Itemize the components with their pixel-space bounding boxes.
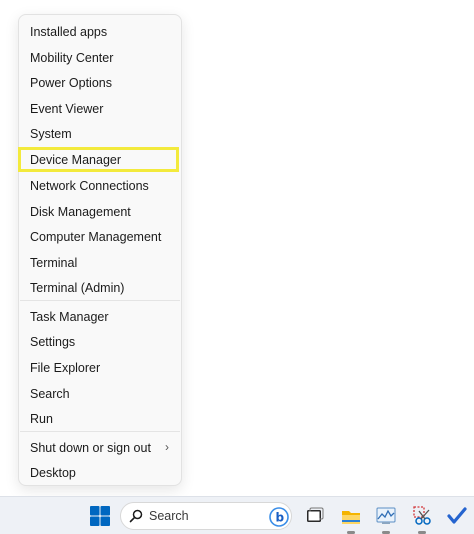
menu-item-desktop[interactable]: Desktop bbox=[30, 465, 76, 481]
taskbar: Search b bbox=[0, 496, 474, 534]
search-icon bbox=[129, 509, 143, 523]
menu-item-run[interactable]: Run bbox=[30, 411, 53, 427]
menu-item-power-options[interactable]: Power Options bbox=[30, 75, 112, 91]
file-explorer-icon[interactable] bbox=[340, 505, 362, 527]
menu-separator bbox=[20, 431, 180, 432]
menu-item-file-explorer[interactable]: File Explorer bbox=[30, 360, 100, 376]
microsoft-todo-icon[interactable] bbox=[446, 505, 468, 527]
task-view-icon[interactable] bbox=[304, 505, 326, 527]
taskbar-search-box[interactable]: Search b bbox=[120, 502, 292, 530]
menu-item-terminal[interactable]: Terminal bbox=[30, 255, 77, 271]
menu-item-search[interactable]: Search bbox=[30, 386, 70, 402]
menu-item-network-connections[interactable]: Network Connections bbox=[30, 178, 149, 194]
menu-item-device-manager[interactable]: Device Manager bbox=[30, 152, 121, 168]
svg-text:b: b bbox=[276, 511, 285, 525]
winx-context-menu: Installed apps Mobility Center Power Opt… bbox=[18, 14, 182, 486]
snipping-tool-icon[interactable] bbox=[411, 505, 433, 527]
menu-item-shut-down[interactable]: Shut down or sign out bbox=[30, 440, 151, 456]
chevron-right-icon: › bbox=[165, 440, 169, 454]
bing-icon[interactable]: b bbox=[269, 507, 289, 527]
menu-item-event-viewer[interactable]: Event Viewer bbox=[30, 101, 103, 117]
menu-item-disk-management[interactable]: Disk Management bbox=[30, 204, 131, 220]
performance-monitor-icon[interactable] bbox=[375, 505, 397, 527]
menu-item-installed-apps[interactable]: Installed apps bbox=[30, 24, 107, 40]
start-icon[interactable] bbox=[89, 505, 111, 527]
search-placeholder: Search bbox=[149, 509, 189, 523]
menu-item-mobility-center[interactable]: Mobility Center bbox=[30, 50, 113, 66]
menu-item-task-manager[interactable]: Task Manager bbox=[30, 309, 109, 325]
menu-item-terminal-admin[interactable]: Terminal (Admin) bbox=[30, 280, 124, 296]
menu-item-settings[interactable]: Settings bbox=[30, 334, 75, 350]
menu-separator bbox=[20, 300, 180, 301]
menu-item-computer-management[interactable]: Computer Management bbox=[30, 229, 161, 245]
menu-item-system[interactable]: System bbox=[30, 126, 72, 142]
